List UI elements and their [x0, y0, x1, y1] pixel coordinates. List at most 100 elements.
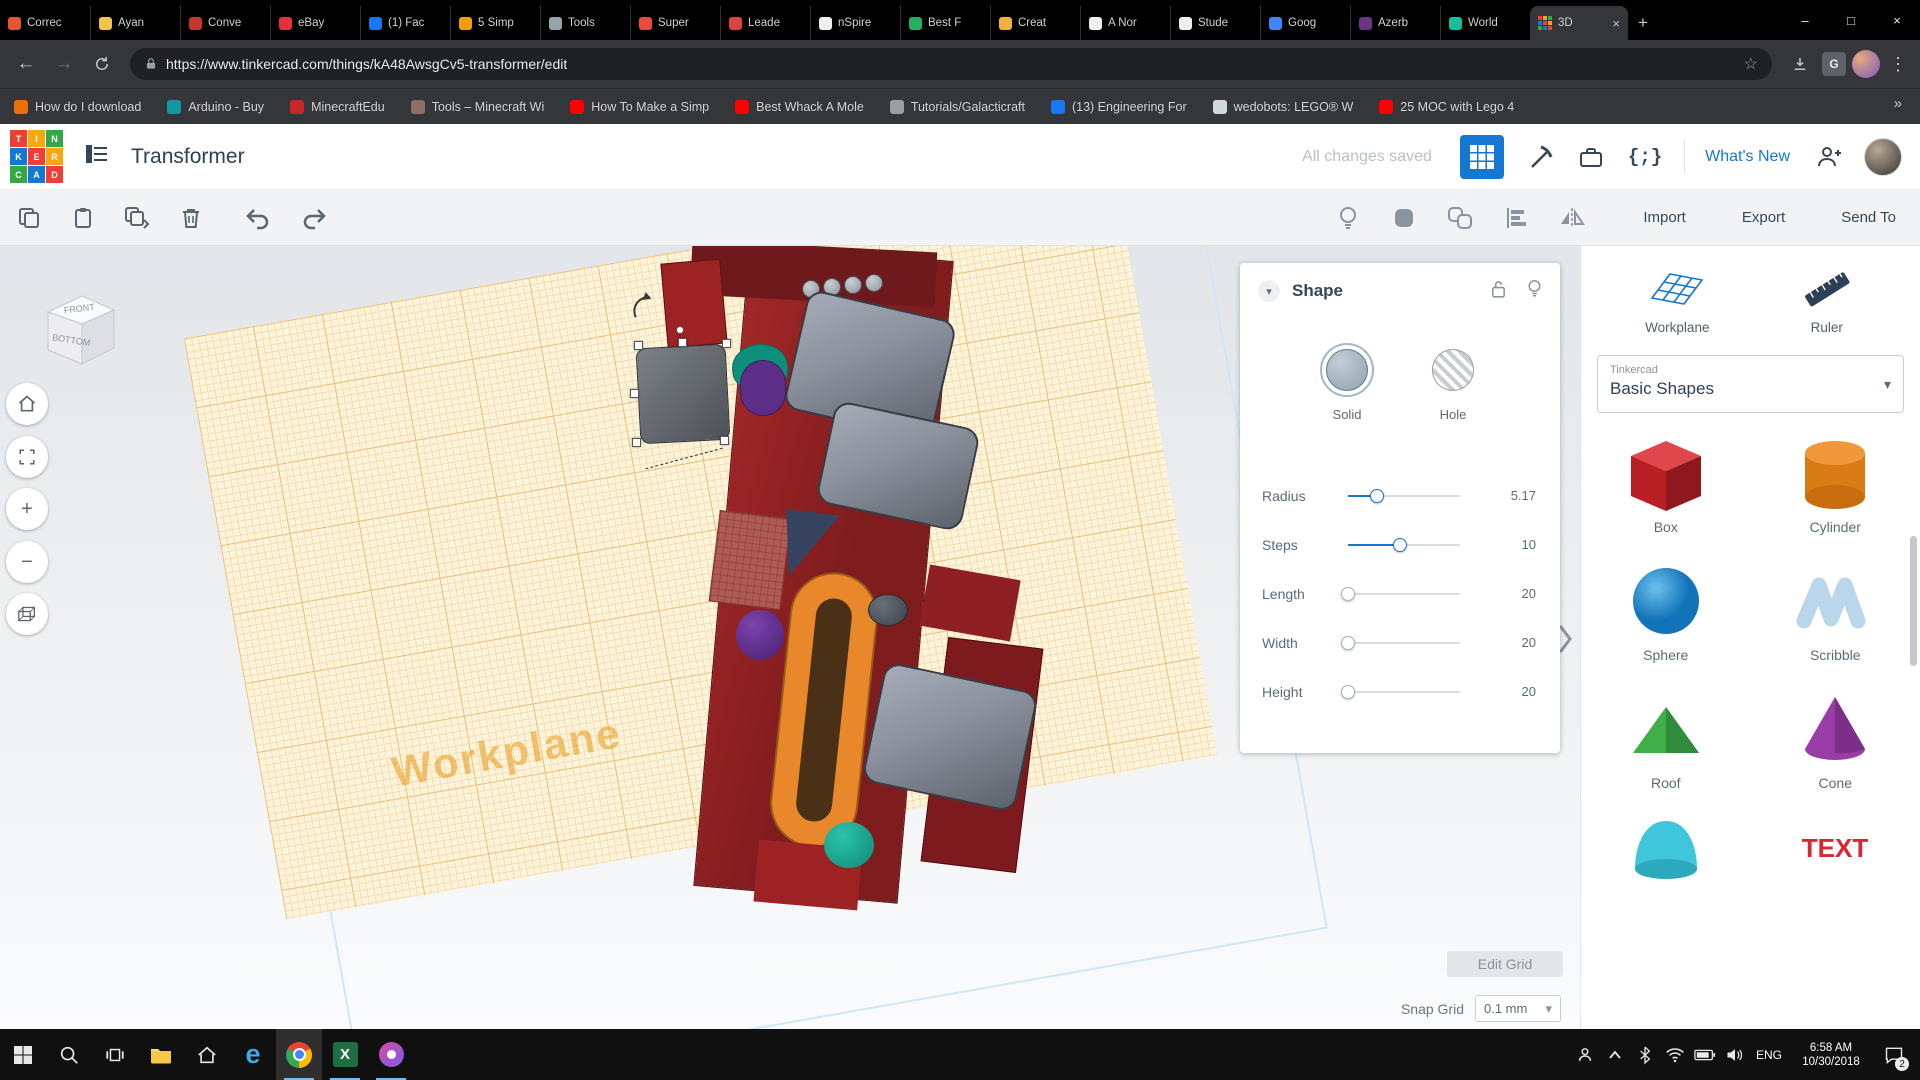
delete-button[interactable]	[176, 203, 206, 233]
bricks-button[interactable]	[1578, 145, 1604, 169]
tab-close-icon[interactable]: ×	[1612, 16, 1620, 31]
bookmark-item[interactable]: Arduino - Buy	[167, 100, 264, 114]
bookmark-item[interactable]: (13) Engineering For	[1051, 100, 1187, 114]
new-tab-button[interactable]: +	[1628, 6, 1658, 40]
url-text[interactable]: https://www.tinkercad.com/things/kA48Aws…	[166, 56, 567, 72]
bookmark-star-icon[interactable]: ☆	[1744, 54, 1758, 74]
browser-tab[interactable]: Best F	[900, 6, 990, 40]
browser-tab[interactable]: Conve	[180, 6, 270, 40]
volume-tray-icon[interactable]	[1720, 1029, 1750, 1080]
shape-tile-paraboloid[interactable]	[1620, 815, 1712, 899]
workplane-tool[interactable]: Workplane	[1645, 266, 1709, 335]
lock-button[interactable]	[1490, 279, 1507, 304]
scale-handle[interactable]	[634, 341, 643, 350]
snap-grid-select[interactable]: 0.1 mm ▾	[1475, 995, 1561, 1022]
blocks-grid-button[interactable]	[1460, 135, 1504, 179]
property-value[interactable]: 20	[1522, 684, 1536, 699]
shape-tile-text[interactable]: TEXT	[1789, 815, 1881, 899]
model-right-block[interactable]	[919, 564, 1020, 641]
transformer-model[interactable]	[636, 246, 1036, 909]
send-to-button[interactable]: Send To	[1841, 209, 1896, 226]
back-button[interactable]: ←	[10, 48, 42, 80]
shape-tile-sphere[interactable]: Sphere	[1620, 559, 1712, 663]
property-value[interactable]: 10	[1522, 537, 1536, 552]
slider-handle[interactable]	[1341, 587, 1355, 601]
perspective-toggle-button[interactable]	[6, 593, 48, 635]
window-minimize-button[interactable]: –	[1782, 0, 1828, 40]
excel-button[interactable]: X	[322, 1029, 368, 1080]
browser-tab[interactable]: Leade	[720, 6, 810, 40]
forward-button[interactable]: →	[48, 48, 80, 80]
model-vent[interactable]	[865, 274, 883, 292]
import-button[interactable]: Import	[1643, 209, 1686, 226]
scale-handle[interactable]	[720, 436, 729, 445]
bookmark-item[interactable]: How To Make a Simp	[570, 100, 709, 114]
chrome-button[interactable]	[276, 1029, 322, 1080]
ruler-tool[interactable]: Ruler	[1798, 266, 1856, 335]
language-indicator[interactable]: ENG	[1750, 1048, 1788, 1062]
bluetooth-tray-icon[interactable]	[1630, 1029, 1660, 1080]
model-top-left-block[interactable]	[660, 259, 727, 349]
redo-button[interactable]	[298, 203, 328, 233]
home-app-button[interactable]	[184, 1029, 230, 1080]
browser-tab[interactable]: eBay	[270, 6, 360, 40]
hide-button[interactable]	[1527, 279, 1542, 304]
home-view-button[interactable]	[6, 383, 48, 425]
bookmark-item[interactable]: MinecraftEdu	[290, 100, 385, 114]
rotate-handle[interactable]	[676, 326, 684, 334]
solid-option[interactable]: Solid	[1320, 343, 1374, 471]
model-purple-cylinder[interactable]	[740, 360, 786, 416]
property-slider[interactable]	[1348, 636, 1460, 650]
collapse-caret-icon[interactable]: ▾	[1258, 280, 1280, 302]
model-gray-knob[interactable]	[868, 594, 908, 626]
tinkercad-logo[interactable]: TINKERCAD	[10, 130, 63, 183]
translate-extension-icon[interactable]: G	[1822, 52, 1846, 76]
view-cube[interactable]: FRONT BOTTOM	[40, 284, 122, 375]
shape-tile-scribble[interactable]: Scribble	[1789, 559, 1881, 663]
scale-handle[interactable]	[722, 339, 731, 348]
browser-tab[interactable]: Azerb	[1350, 6, 1440, 40]
edit-grid-button[interactable]: Edit Grid	[1447, 951, 1563, 977]
action-center-button[interactable]: 2	[1874, 1029, 1914, 1080]
model-grid-panel[interactable]	[709, 510, 792, 610]
hole-option[interactable]: Hole	[1426, 343, 1480, 471]
zoom-out-button[interactable]: −	[6, 541, 48, 583]
design-menu-icon[interactable]	[85, 143, 109, 170]
shape-category-dropdown[interactable]: Tinkercad Basic Shapes ▾	[1597, 355, 1904, 413]
zoom-in-button[interactable]: +	[6, 488, 48, 530]
ungroup-button[interactable]	[1445, 203, 1475, 233]
scale-handle[interactable]	[630, 389, 639, 398]
duplicate-button[interactable]	[122, 203, 152, 233]
tray-overflow-button[interactable]	[1600, 1029, 1630, 1080]
browser-tab[interactable]: nSpire	[810, 6, 900, 40]
selected-shape[interactable]	[636, 344, 731, 445]
slider-handle[interactable]	[1393, 538, 1407, 552]
model-purple-sphere[interactable]	[736, 610, 784, 660]
downloads-button[interactable]	[1784, 48, 1816, 80]
undo-button[interactable]	[244, 203, 274, 233]
invite-button[interactable]	[1814, 144, 1844, 170]
people-tray-button[interactable]	[1570, 1029, 1600, 1080]
browser-tab[interactable]: Super	[630, 6, 720, 40]
taskbar-clock[interactable]: 6:58 AM 10/30/2018	[1788, 1041, 1874, 1069]
bookmark-item[interactable]: How do I download	[14, 100, 141, 114]
minecraft-pickaxe-button[interactable]	[1528, 144, 1554, 170]
property-value[interactable]: 20	[1522, 635, 1536, 650]
browser-tab[interactable]: World	[1440, 6, 1530, 40]
bookmark-item[interactable]: Best Whack A Mole	[735, 100, 864, 114]
bookmarks-overflow-chevron[interactable]: »	[1894, 95, 1902, 112]
browser-tab[interactable]: Ayan	[90, 6, 180, 40]
property-slider[interactable]	[1348, 538, 1460, 552]
browser-tab[interactable]: Stude	[1170, 6, 1260, 40]
browser-tab[interactable]: A Nor	[1080, 6, 1170, 40]
scale-handle[interactable]	[678, 338, 687, 347]
browser-tab[interactable]: Goog	[1260, 6, 1350, 40]
whats-new-link[interactable]: What's New	[1705, 148, 1790, 166]
property-value[interactable]: 5.17	[1511, 488, 1536, 503]
edge-button[interactable]: e	[230, 1029, 276, 1080]
scale-handle[interactable]	[632, 438, 641, 447]
copy-button[interactable]	[14, 203, 44, 233]
bookmark-item[interactable]: wedobots: LEGO® W	[1213, 100, 1354, 114]
bookmark-item[interactable]: Tools – Minecraft Wi	[411, 100, 545, 114]
model-teal-sphere[interactable]	[824, 822, 874, 868]
